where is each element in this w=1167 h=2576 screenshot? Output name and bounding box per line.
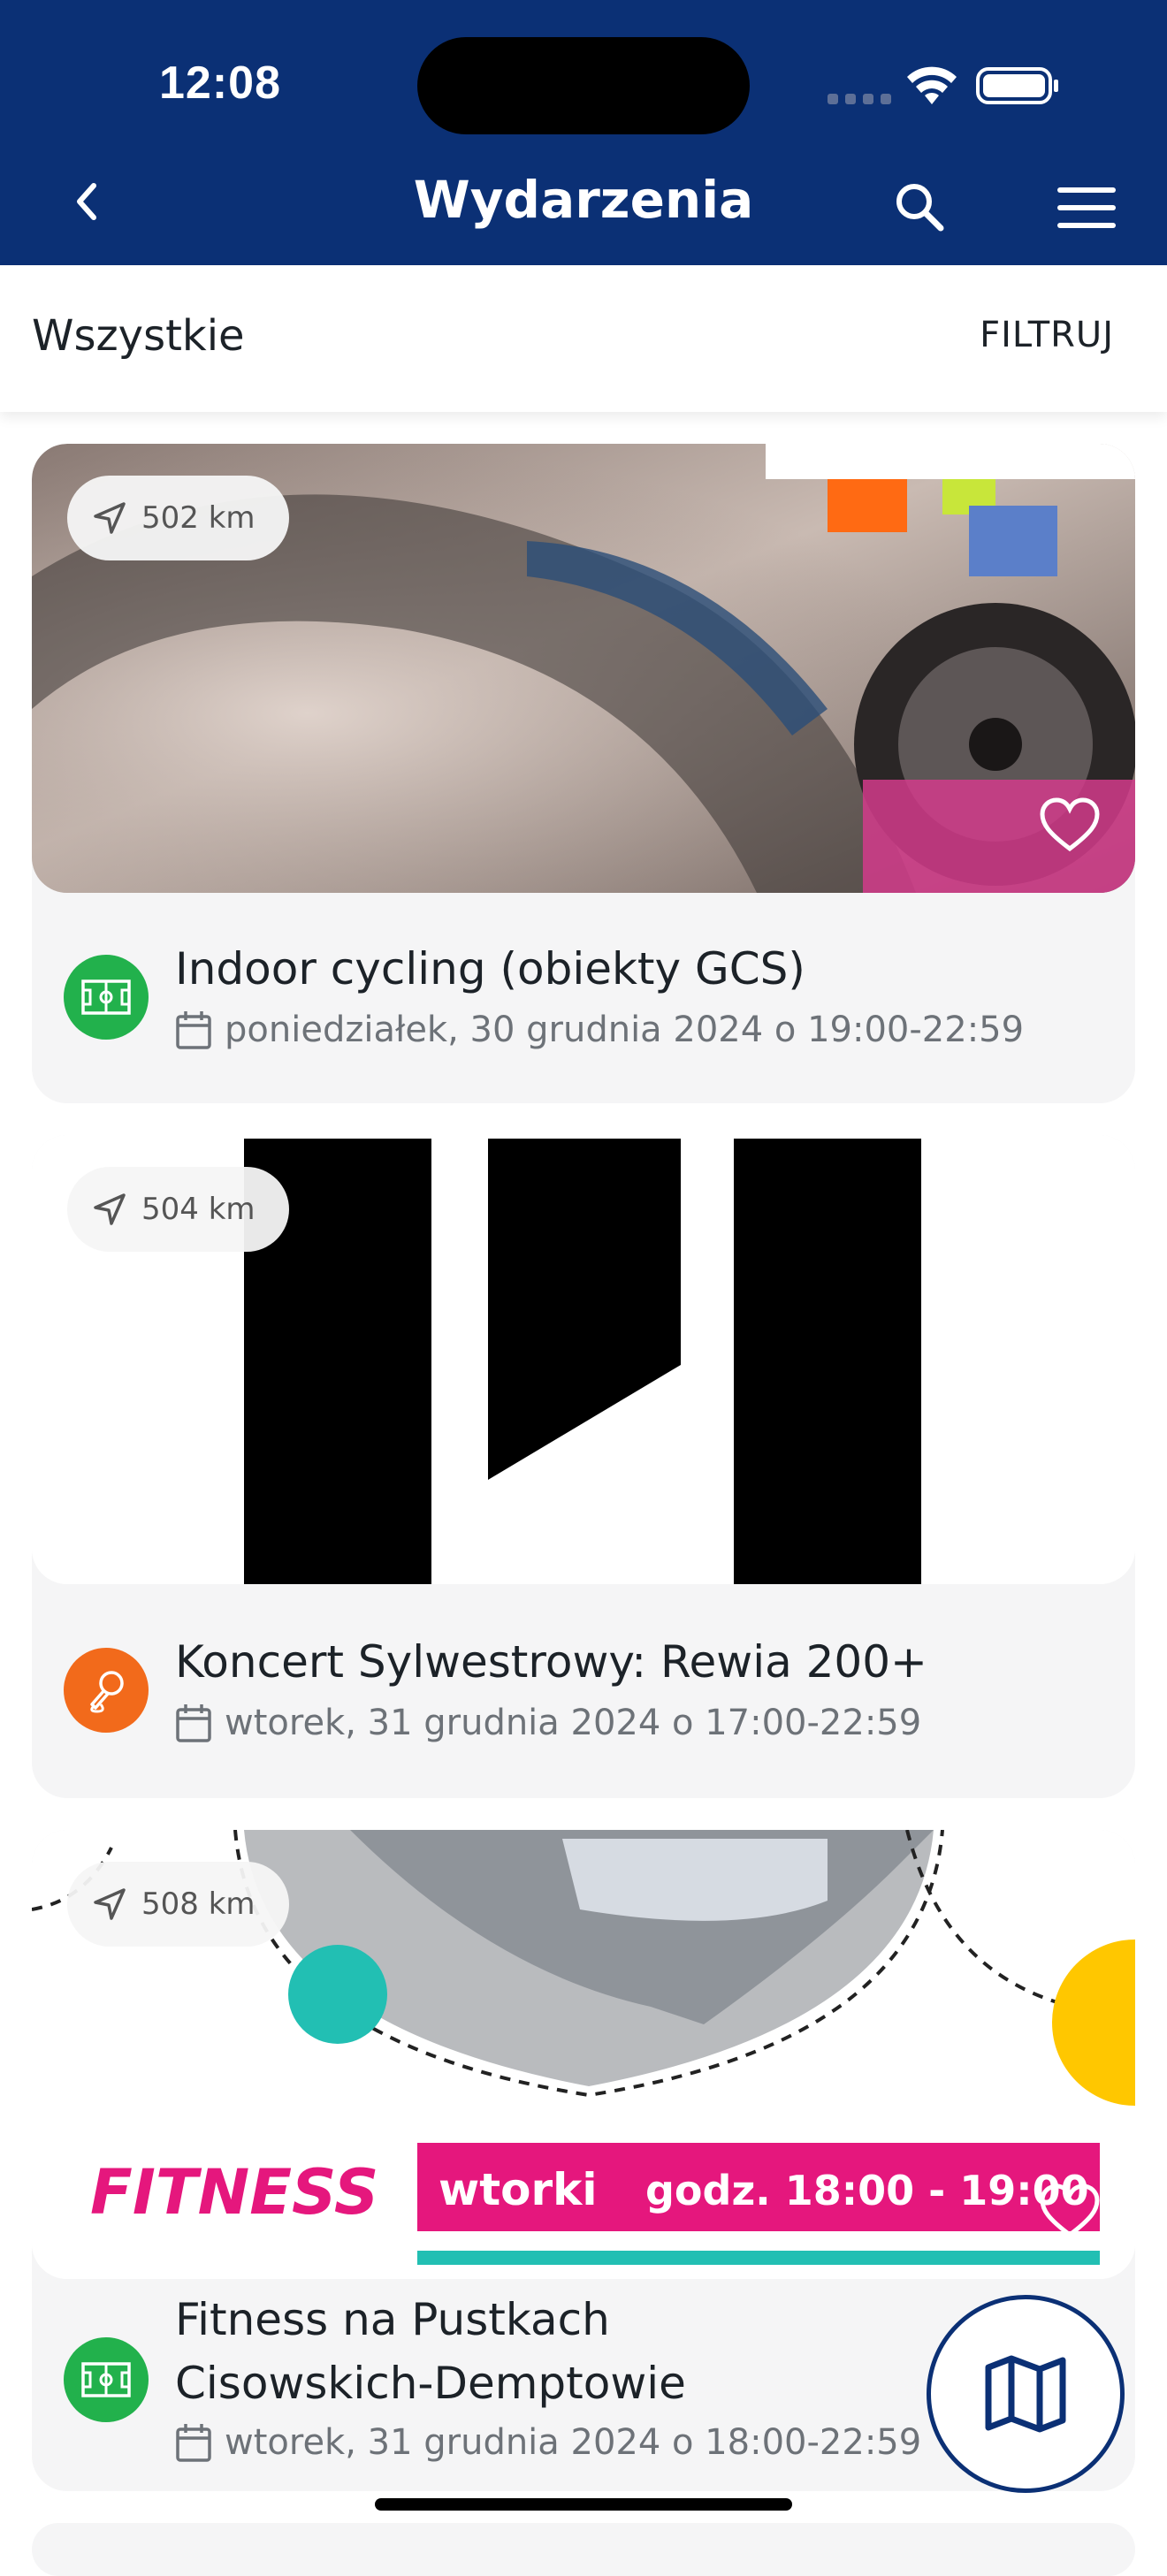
event-title-line: Fitness na Pustkach [175, 2294, 610, 2345]
event-date: wtorek, 31 grudnia 2024 o 17:00-22:59 [175, 1703, 921, 1743]
hamburger-menu-icon[interactable] [1057, 186, 1116, 230]
app-header: 12:08 Wydarzenia [0, 0, 1167, 265]
heart-icon[interactable] [1040, 2184, 1100, 2238]
event-date: poniedziałek, 30 grudnia 2024 o 19:00-22… [175, 1010, 1024, 1050]
calendar-icon [176, 2424, 211, 2462]
event-title[interactable]: Fitness na Pustkach Cisowskich-Demptowie [175, 2288, 935, 2415]
event-card[interactable]: 504 km Koncert Sylwestrowy: Rewia 200+ w… [32, 1135, 1135, 1798]
distance-badge: 504 km [67, 1167, 289, 1252]
distance-badge: 508 km [67, 1862, 289, 1947]
calendar-icon [176, 1011, 211, 1049]
event-date-text: wtorek, 31 grudnia 2024 o 18:00-22:59 [225, 2422, 922, 2463]
microphone-icon [64, 1648, 149, 1733]
battery-icon [976, 67, 1058, 104]
event-image[interactable]: 504 km [32, 1135, 1135, 1584]
filter-button[interactable]: FILTRUJ [980, 315, 1114, 355]
distance-text: 504 km [141, 1192, 256, 1227]
sports-field-icon [64, 2337, 149, 2422]
event-title[interactable]: Indoor cycling (obiekty GCS) [175, 937, 935, 1001]
wifi-icon [907, 66, 957, 104]
event-title-line: Cisowskich-Demptowie [175, 2358, 686, 2409]
home-indicator[interactable] [375, 2498, 792, 2511]
banner-brand-text: FITNESS [90, 2156, 378, 2229]
distance-text: 508 km [141, 1886, 256, 1922]
sports-field-icon [64, 955, 149, 1040]
event-image[interactable]: 502 km [32, 444, 1135, 893]
distance-text: 502 km [141, 500, 256, 536]
status-time: 12:08 [159, 57, 281, 109]
event-card[interactable]: 502 km Indoor cycling (obiekty GCS) poni… [32, 444, 1135, 1103]
distance-badge: 502 km [67, 476, 289, 560]
event-image[interactable]: FITNESS wtorki godz. 18:00 - 19:00 508 k… [32, 1830, 1135, 2279]
calendar-icon [176, 1704, 211, 1742]
event-date-text: poniedziałek, 30 grudnia 2024 o 19:00-22… [225, 1010, 1025, 1050]
map-view-button[interactable] [927, 2295, 1125, 2493]
search-icon[interactable] [891, 179, 948, 235]
filter-bar: Wszystkie FILTRUJ [0, 265, 1167, 412]
cellular-signal-icon [828, 94, 891, 104]
map-icon [985, 2355, 1066, 2433]
event-card[interactable] [32, 2523, 1135, 2576]
navigation-arrow-icon [94, 1888, 126, 1920]
event-date-text: wtorek, 31 grudnia 2024 o 17:00-22:59 [225, 1703, 922, 1743]
banner-hours-text: godz. 18:00 - 19:00 [645, 2167, 1089, 2214]
heart-icon[interactable] [1040, 797, 1100, 852]
navigation-arrow-icon [94, 1193, 126, 1225]
event-title[interactable]: Koncert Sylwestrowy: Rewia 200+ [175, 1630, 935, 1694]
filter-current-label[interactable]: Wszystkie [32, 311, 245, 361]
page-title: Wydarzenia [413, 170, 754, 230]
navigation-arrow-icon [94, 502, 126, 534]
banner-day-text: wtorki [439, 2164, 598, 2215]
event-date: wtorek, 31 grudnia 2024 o 18:00-22:59 [175, 2422, 921, 2463]
dynamic-island [417, 37, 750, 134]
back-button[interactable] [64, 177, 113, 226]
